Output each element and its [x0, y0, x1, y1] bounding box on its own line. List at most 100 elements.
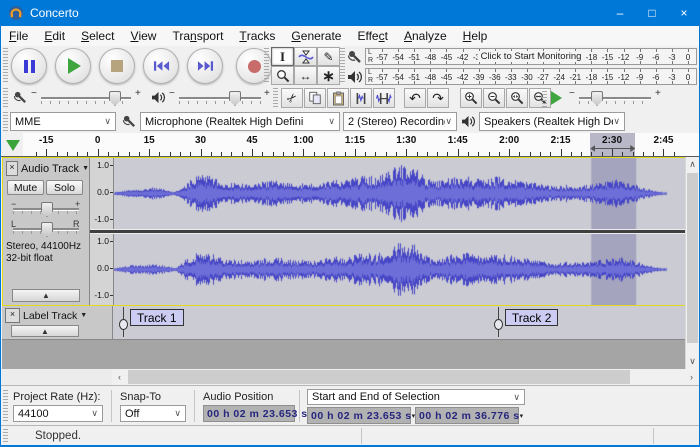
amplitude-scale-tick	[110, 192, 113, 193]
zoom-in-button[interactable]	[460, 88, 482, 108]
ruler-time-label: 1:30	[396, 135, 416, 146]
menu-tracks[interactable]: Tracks	[231, 26, 283, 46]
menu-view[interactable]: View	[122, 26, 164, 46]
device-toolbar-grip[interactable]	[3, 112, 8, 131]
zoom-out-button[interactable]	[483, 88, 505, 108]
pan-slider-thumb[interactable]	[41, 222, 53, 237]
label-handle[interactable]	[494, 319, 503, 330]
scroll-right-arrow[interactable]: ›	[684, 369, 699, 385]
maximize-button[interactable]: □	[636, 0, 668, 26]
cut-button[interactable]: ✂	[281, 88, 303, 108]
audio-position-field[interactable]: 00 h 02 m 23.653 s ▾	[203, 405, 295, 422]
tools-toolbar-grip[interactable]	[264, 48, 269, 84]
label-track-content[interactable]: Track 1 Track 2	[113, 306, 685, 339]
play-at-speed-grip[interactable]	[542, 88, 547, 108]
menu-transport[interactable]: Transport	[164, 26, 231, 46]
project-rate-select[interactable]: 44100∨	[13, 405, 103, 422]
timeline-options-button[interactable]	[4, 136, 22, 154]
zoom-to-selection-button[interactable]	[506, 88, 528, 108]
timeshift-tool-button[interactable]: ↔	[294, 66, 317, 85]
recording-meter-toolbar[interactable]: LR-57-54-51-48-45-42-39-36-33-30-27-24-2…	[347, 47, 697, 66]
selection-toolbar-grip[interactable]	[3, 390, 8, 422]
envelope-tool-icon	[298, 50, 314, 64]
label-track-title[interactable]: Label Track	[23, 310, 77, 322]
vertical-scrollbar[interactable]: ∧ ∨	[685, 157, 699, 369]
menu-edit[interactable]: Edit	[36, 26, 73, 46]
skip-to-end-button[interactable]	[187, 48, 223, 84]
track-collapse-button[interactable]: ▲	[12, 289, 80, 302]
horizontal-scrollbar[interactable]: ‹ ›	[112, 369, 699, 385]
recording-channels-select[interactable]: 2 (Stereo) Recording Channels∨	[343, 112, 457, 131]
audio-track-title[interactable]: Audio Track	[21, 163, 79, 175]
menu-analyze[interactable]: Analyze	[396, 26, 455, 46]
scroll-left-arrow[interactable]: ‹	[112, 369, 127, 385]
label-handle[interactable]	[119, 319, 128, 330]
mute-button[interactable]: Mute	[7, 180, 44, 195]
meter-channel-label: R	[368, 77, 373, 85]
multi-tool-button[interactable]: ∗	[317, 66, 340, 85]
monitoring-hint[interactable]: Click to Start Monitoring	[478, 51, 585, 62]
menu-effect[interactable]: Effect	[349, 26, 395, 46]
skip-to-start-button[interactable]	[143, 48, 179, 84]
menu-file[interactable]: File	[1, 26, 36, 46]
selection-start-field[interactable]: 00 h 02 m 23.653 s ▾	[307, 407, 411, 424]
menu-select[interactable]: Select	[73, 26, 122, 46]
playback-meter-toolbar[interactable]: LR-57-54-51-48-45-42-39-36-33-30-27-24-2…	[347, 67, 697, 86]
label-text[interactable]: Track 1	[130, 309, 184, 326]
format-arrow-icon[interactable]: ▾	[520, 412, 524, 420]
menu-help[interactable]: Help	[455, 26, 496, 46]
paste-button[interactable]	[327, 88, 349, 108]
copy-button[interactable]	[304, 88, 326, 108]
vertical-scroll-thumb[interactable]	[687, 173, 698, 343]
playback-volume-slider[interactable]	[179, 97, 261, 99]
stop-button[interactable]	[99, 48, 135, 84]
envelope-tool-button[interactable]	[294, 47, 317, 66]
timeline-ruler[interactable]: -1501530451:001:151:301:452:002:152:302:…	[23, 133, 699, 156]
menu-generate[interactable]: Generate	[283, 26, 349, 46]
scroll-down-arrow[interactable]: ∨	[686, 354, 699, 369]
ruler-tick	[437, 152, 438, 156]
snap-to-select[interactable]: Off∨	[120, 405, 186, 422]
silence-audio-button[interactable]	[373, 88, 395, 108]
playback-device-select[interactable]: Speakers (Realtek High Definiti∨	[479, 112, 625, 131]
label-text[interactable]: Track 2	[505, 309, 559, 326]
audio-host-select[interactable]: MME∨	[10, 112, 116, 131]
transport-toolbar-grip[interactable]	[3, 48, 8, 84]
scroll-up-arrow[interactable]: ∧	[686, 157, 699, 172]
meter-tick	[430, 61, 431, 64]
recording-meter[interactable]: LR-57-54-51-48-45-42-39-36-33-30-27-24-2…	[365, 48, 697, 65]
meter-tick	[688, 61, 689, 64]
label-track-collapse-button[interactable]: ▲	[11, 325, 79, 337]
zoom-tool-button[interactable]	[271, 66, 294, 85]
playback-meter[interactable]: LR-57-54-51-48-45-42-39-36-33-30-27-24-2…	[365, 68, 697, 85]
waveform-channel-left[interactable]	[114, 158, 686, 229]
draw-tool-button[interactable]: ✎	[317, 47, 340, 66]
selection-mode-select[interactable]: Start and End of Selection∨	[307, 389, 525, 405]
label-track-close-button[interactable]: ×	[5, 308, 20, 323]
edit-toolbar-grip[interactable]	[273, 88, 278, 108]
audio-track-close-button[interactable]: ×	[6, 161, 18, 176]
audio-track-menu-arrow[interactable]: ▼	[82, 165, 89, 172]
zoom-in-icon	[464, 91, 478, 105]
undo-button[interactable]: ↶	[404, 88, 426, 108]
meter-toolbar-grip[interactable]	[340, 48, 345, 84]
redo-button[interactable]: ↷	[427, 88, 449, 108]
pause-button[interactable]	[11, 48, 47, 84]
amplitude-scale-value: 1.0	[97, 236, 109, 246]
zoom-to-fit-button[interactable]	[529, 88, 551, 108]
speed-slider[interactable]	[579, 97, 651, 99]
close-button[interactable]: ×	[668, 0, 700, 26]
waveform-channel-right[interactable]	[114, 234, 686, 305]
mixer-toolbar-grip[interactable]	[3, 88, 8, 108]
selection-end-field[interactable]: 00 h 02 m 36.776 s ▾	[415, 407, 519, 424]
horizontal-scroll-thumb[interactable]	[128, 370, 630, 384]
trim-audio-button[interactable]	[350, 88, 372, 108]
play-at-speed-button[interactable]	[551, 91, 562, 105]
label-track-menu-arrow[interactable]: ▼	[80, 312, 87, 319]
play-button[interactable]	[55, 48, 91, 84]
gain-slider-thumb[interactable]	[41, 202, 53, 217]
minimize-button[interactable]: –	[604, 0, 636, 26]
recording-device-select[interactable]: Microphone (Realtek High Defini∨	[140, 112, 340, 131]
solo-button[interactable]: Solo	[46, 180, 83, 195]
selection-tool-button[interactable]: I	[271, 47, 294, 66]
